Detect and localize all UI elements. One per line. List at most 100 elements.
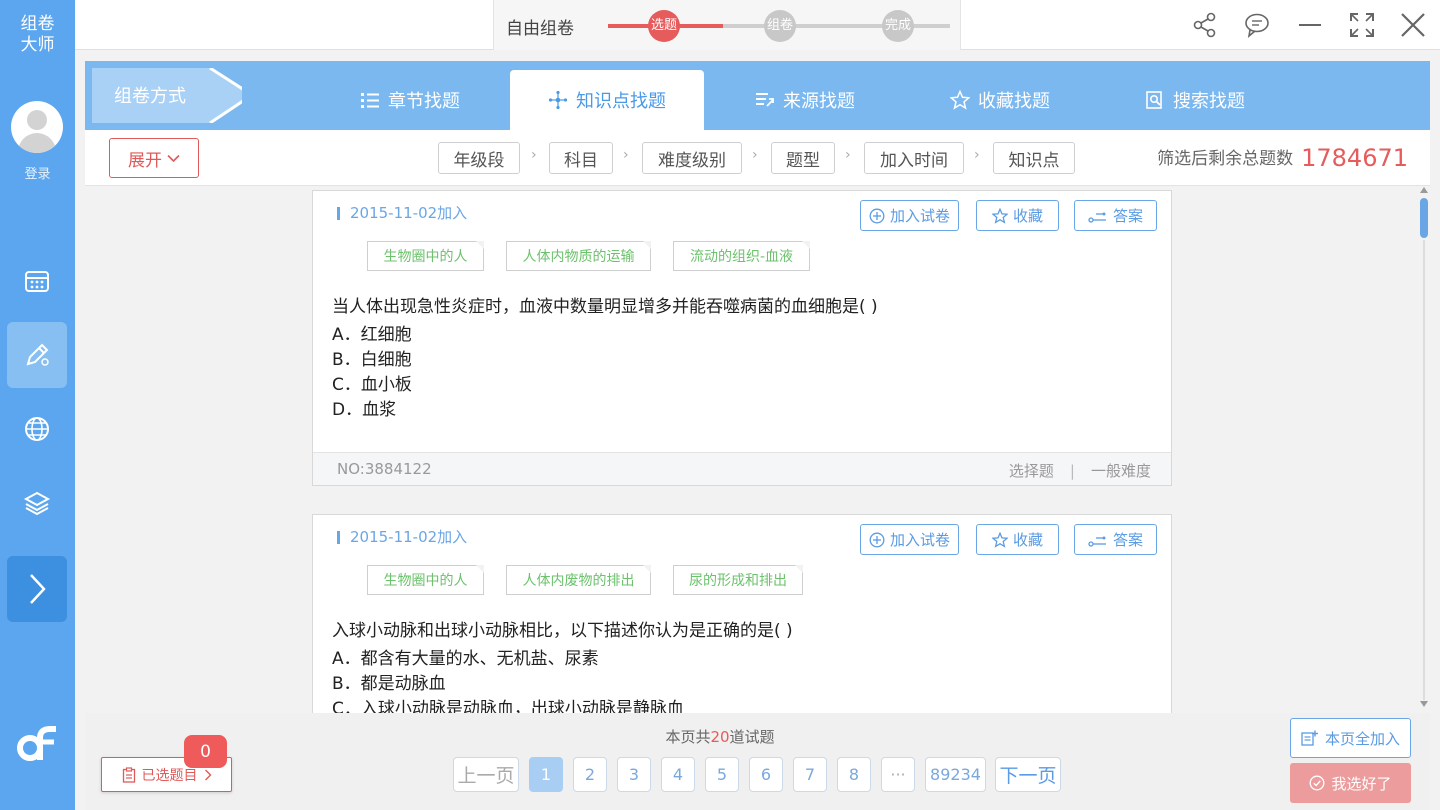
filter-separator: ›	[752, 147, 758, 163]
step-select: 选题	[648, 10, 680, 42]
chat-icon	[1245, 13, 1269, 38]
add-to-paper-button[interactable]: 加入试卷	[860, 524, 959, 555]
page-button[interactable]: 6	[749, 757, 783, 792]
tab-chapter[interactable]: 章节找题	[340, 70, 480, 130]
knowledge-tag[interactable]: 人体内物质的运输	[506, 241, 651, 271]
knowledge-tag[interactable]: 生物圈中的人	[367, 241, 484, 271]
page-button[interactable]: 5	[705, 757, 739, 792]
page-button[interactable]: 8	[837, 757, 871, 792]
filter-grade[interactable]: 年级段	[438, 142, 520, 174]
option-b: B．都是动脉血	[332, 674, 446, 694]
fullscreen-button[interactable]	[1347, 10, 1377, 40]
zujuan-label: 组卷方式	[114, 86, 186, 107]
option-c: C．入球小动脉是动脉血，出球小动脉是静脉血	[332, 699, 684, 713]
favorite-label: 收藏	[1012, 531, 1043, 549]
share-button[interactable]	[1190, 10, 1220, 40]
answer-label: 答案	[1112, 531, 1143, 549]
login-label[interactable]: 登录	[0, 163, 75, 182]
scroll-track[interactable]	[1423, 240, 1425, 700]
tab-search-label: 搜索找题	[1173, 91, 1245, 112]
add-all-label: 本页全加入	[1324, 729, 1400, 748]
layers-button[interactable]	[7, 470, 67, 536]
favorite-button[interactable]: 收藏	[976, 524, 1059, 555]
key-icon	[1088, 536, 1106, 547]
remaining-count: 1784671	[1301, 144, 1408, 172]
chevron-right-icon	[30, 574, 46, 604]
add-to-paper-label: 加入试卷	[889, 207, 950, 225]
scroll-up-icon[interactable]	[1420, 187, 1428, 193]
add-all-button[interactable]: 本页全加入	[1290, 718, 1411, 758]
compose-button[interactable]	[7, 322, 67, 388]
answer-button[interactable]: 答案	[1074, 200, 1157, 231]
app-window: 组卷 大师 登录 自由组卷 选题 组卷 完成 组卷方式 章节找题 知识点找题 来…	[0, 0, 1440, 810]
globe-button[interactable]	[7, 396, 67, 462]
filter-difficulty[interactable]: 难度级别	[642, 142, 742, 174]
expand-button[interactable]: 展开	[109, 138, 199, 178]
tab-source[interactable]: 来源找题	[740, 70, 870, 130]
step-compose: 组卷	[764, 10, 796, 42]
filter-separator: ›	[531, 147, 537, 163]
page-info-count: 20	[710, 728, 730, 746]
favorite-label: 收藏	[1012, 207, 1043, 225]
question-footer: NO:3884122 选择题 | 一般难度	[313, 452, 1171, 485]
page-ellipsis: ···	[881, 757, 915, 792]
layers-icon	[23, 491, 51, 516]
page-button[interactable]: 2	[573, 757, 607, 792]
question-number: NO:3884122	[337, 460, 432, 478]
page-button[interactable]: 3	[617, 757, 651, 792]
tab-knowledge[interactable]: 知识点找题	[510, 70, 704, 130]
prev-page-button[interactable]: 上一页	[453, 757, 519, 792]
scroll-thumb[interactable]	[1420, 198, 1428, 238]
close-button[interactable]	[1398, 10, 1428, 40]
next-page-button[interactable]: 下一页	[995, 757, 1061, 792]
meta-divider: |	[1069, 462, 1075, 480]
filter-type[interactable]: 题型	[771, 142, 835, 174]
add-to-paper-button[interactable]: 加入试卷	[860, 200, 959, 231]
tab-search[interactable]: 搜索找题	[1130, 70, 1260, 130]
knowledge-tag[interactable]: 生物圈中的人	[367, 565, 484, 595]
minimize-button[interactable]	[1295, 10, 1325, 40]
minimize-icon	[1299, 24, 1321, 26]
question-stem: 入球小动脉和出球小动脉相比，以下描述你认为是正确的是( )	[332, 621, 793, 641]
fullscreen-icon	[1350, 13, 1374, 37]
page-button[interactable]: 1	[529, 757, 563, 792]
list-icon	[361, 93, 379, 108]
chat-button[interactable]	[1242, 10, 1272, 40]
filter-time[interactable]: 加入时间	[864, 142, 964, 174]
filter-row: 展开 年级段 › 科目 › 难度级别 › 题型 › 加入时间 › 知识点 筛选后…	[85, 130, 1430, 186]
question-list[interactable]: 2015-11-02加入 加入试卷 收藏 答案 生物圈中的人 人体内物质的运输 …	[85, 186, 1430, 713]
tab-favorite[interactable]: 收藏找题	[935, 70, 1065, 130]
option-a: A．都含有大量的水、无机盐、尿素	[332, 649, 599, 669]
tab-favorite-label: 收藏找题	[978, 91, 1050, 112]
chevron-right-icon	[204, 769, 211, 780]
scrollbar[interactable]	[1418, 187, 1430, 713]
scroll-down-icon[interactable]	[1420, 701, 1428, 707]
tab-chapter-label: 章节找题	[388, 91, 460, 112]
page-button-last[interactable]: 89234	[925, 757, 986, 792]
calendar-button[interactable]	[7, 248, 67, 314]
expand-sidebar-button[interactable]	[7, 556, 67, 622]
option-c: C．血小板	[332, 375, 412, 395]
knowledge-tag[interactable]: 流动的组织-血液	[673, 241, 810, 271]
knowledge-tag[interactable]: 人体内废物的排出	[506, 565, 651, 595]
avatar[interactable]	[11, 101, 63, 153]
page-button[interactable]: 4	[661, 757, 695, 792]
remaining-count-label: 筛选后剩余总题数 1784671	[1157, 144, 1408, 172]
question-meta: 选择题 | 一般难度	[1009, 460, 1151, 481]
done-button[interactable]: 我选好了	[1290, 763, 1411, 803]
star-icon	[991, 207, 1008, 224]
plus-circle-icon	[869, 208, 885, 223]
filter-subject[interactable]: 科目	[549, 142, 613, 174]
page-info-pre: 本页共	[665, 728, 711, 746]
filter-separator: ›	[974, 147, 980, 163]
question-card: 2015-11-02加入 加入试卷 收藏 答案 生物圈中的人 人体内物质的运输 …	[312, 190, 1172, 486]
knowledge-tag[interactable]: 尿的形成和排出	[673, 565, 803, 595]
question-date: 2015-11-02加入	[337, 530, 467, 545]
step-finish: 完成	[882, 10, 914, 42]
page-button[interactable]: 7	[793, 757, 827, 792]
key-icon	[1088, 212, 1106, 223]
star-icon	[991, 531, 1008, 548]
answer-button[interactable]: 答案	[1074, 524, 1157, 555]
favorite-button[interactable]: 收藏	[976, 200, 1059, 231]
filter-knowledge[interactable]: 知识点	[993, 142, 1075, 174]
